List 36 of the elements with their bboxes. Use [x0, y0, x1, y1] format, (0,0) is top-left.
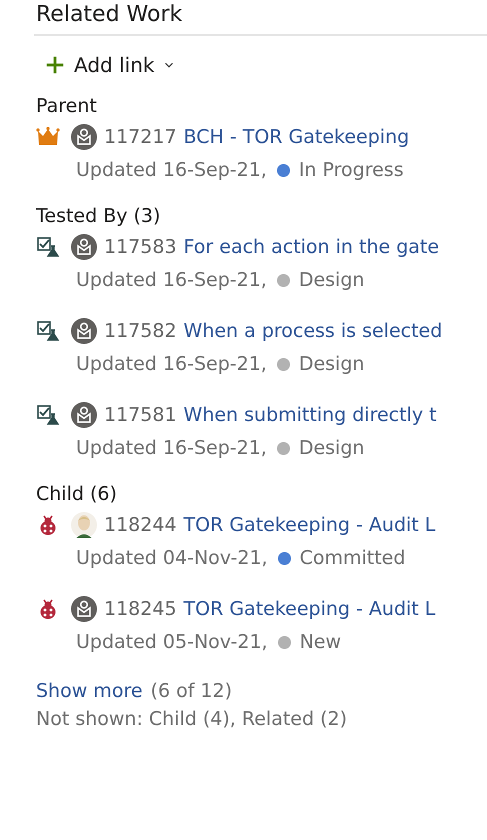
state-label: Design: [298, 269, 364, 291]
updated-date: Updated 16-Sep-21,: [76, 159, 267, 181]
updated-date: Updated 16-Sep-21,: [76, 437, 267, 459]
work-item-link[interactable]: TOR Gatekeeping - Audit L: [184, 514, 436, 536]
work-item-id: 117581: [104, 404, 177, 426]
updated-date: Updated 16-Sep-21,: [76, 353, 267, 375]
work-item-link[interactable]: When a process is selected: [184, 320, 442, 342]
work-item-id: 117583: [104, 236, 177, 258]
work-item-id: 118245: [104, 598, 177, 620]
test-flask-icon: [36, 235, 60, 259]
work-item-id: 118244: [104, 514, 177, 536]
work-item-id: 117582: [104, 320, 177, 342]
panel-title: Related Work: [36, 1, 182, 28]
work-item-link[interactable]: For each action in the gate: [184, 236, 440, 258]
updated-date: Updated 16-Sep-21,: [76, 269, 267, 291]
state-label: In Progress: [298, 159, 404, 181]
state-label: Committed: [300, 547, 406, 569]
add-link-button[interactable]: Add link: [40, 50, 180, 80]
test-flask-icon: [36, 319, 60, 343]
updated-date: Updated 05-Nov-21,: [76, 631, 268, 653]
updated-date: Updated 04-Nov-21,: [76, 547, 268, 569]
not-shown-note: Not shown: Child (4), Related (2): [36, 708, 347, 730]
plus-icon: [44, 54, 66, 76]
work-item-id: 117217: [104, 126, 177, 148]
section-heading: Tested By (3): [36, 204, 160, 229]
section-heading: Parent: [36, 94, 97, 119]
shown-count: (6 of 12): [150, 680, 232, 702]
state-label: Design: [298, 437, 364, 459]
state-label: New: [300, 631, 342, 653]
section-heading: Child (6): [36, 482, 117, 507]
state-label: Design: [298, 353, 364, 375]
work-item-link[interactable]: TOR Gatekeeping - Audit L: [184, 598, 436, 620]
work-item-link[interactable]: BCH - TOR Gatekeeping: [184, 126, 410, 148]
work-item-link[interactable]: When submitting directly t: [184, 404, 437, 426]
show-more-link[interactable]: Show more: [36, 680, 143, 702]
test-flask-icon: [36, 403, 60, 427]
